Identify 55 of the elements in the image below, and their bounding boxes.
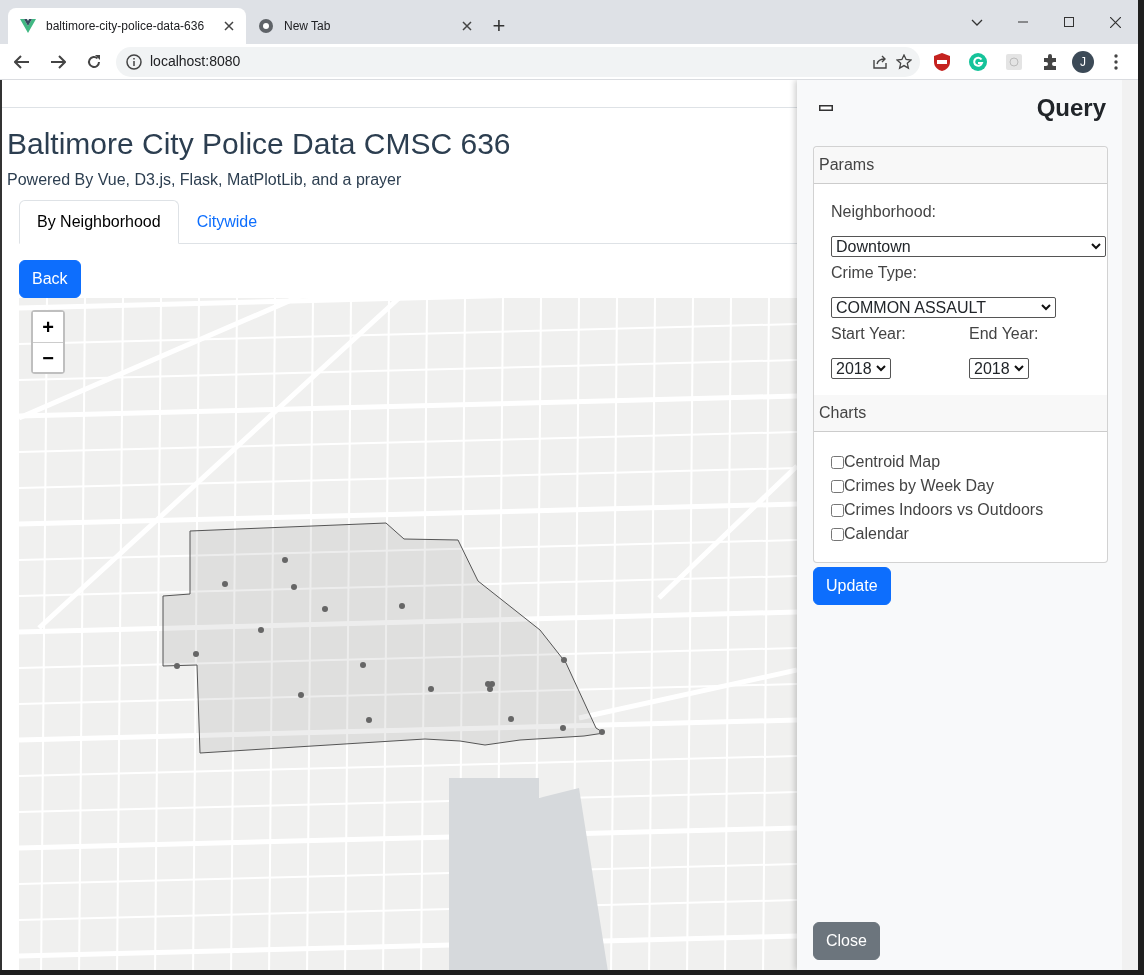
page-subtitle: Powered By Vue, D3.js, Flask, MatPlotLib, and a prayer	[7, 170, 403, 190]
zoom-out-button[interactable]: −	[33, 342, 63, 372]
checkbox-label[interactable]: Crimes by Week Day	[844, 474, 994, 498]
chevron-down-icon	[876, 365, 886, 372]
close-icon[interactable]	[1109, 16, 1121, 28]
checkbox-label[interactable]: Calendar	[844, 522, 909, 546]
profile-avatar[interactable]: J	[1072, 50, 1094, 73]
url-text: localhost:8080	[150, 52, 242, 71]
tab-title: New Tab	[284, 18, 332, 35]
chevron-down-icon	[1091, 243, 1101, 250]
back-button[interactable]: Back	[19, 260, 81, 298]
back-arrow-icon[interactable]	[14, 54, 30, 69]
card-header: Charts	[814, 395, 1107, 432]
browser-tab[interactable]: New Tab	[246, 8, 484, 44]
card-header: Params	[814, 147, 1107, 184]
minus-icon[interactable]	[819, 105, 833, 111]
field-label: Neighborhood:	[831, 202, 937, 222]
v-logo-icon	[20, 19, 36, 33]
select-field[interactable]: COMMON ASSAULT	[831, 297, 1056, 318]
close-icon[interactable]	[462, 21, 472, 31]
select-field[interactable]: 2018	[969, 358, 1029, 379]
checkbox[interactable]	[831, 503, 844, 517]
close-icon[interactable]	[224, 21, 234, 31]
checkbox-label[interactable]: Crimes Indoors vs Outdoors	[844, 498, 1044, 522]
reload-icon[interactable]	[86, 53, 102, 70]
field-label: Start Year:	[831, 324, 907, 344]
select-field[interactable]: 2018	[831, 358, 891, 379]
select-field[interactable]: Downtown	[831, 236, 1106, 257]
puzzle-icon[interactable]	[1042, 53, 1058, 70]
shield-icon[interactable]	[934, 52, 950, 71]
field-label: End Year:	[969, 324, 1040, 344]
checkbox[interactable]	[831, 527, 844, 541]
chevron-down-icon	[1041, 304, 1051, 311]
share-icon[interactable]	[872, 53, 888, 70]
more-menu-icon[interactable]	[1114, 53, 1118, 70]
field-label: Crime Type:	[831, 263, 918, 283]
chevron-down-icon[interactable]	[971, 18, 983, 26]
update-button[interactable]: Update	[813, 567, 891, 605]
chevron-down-icon	[1014, 365, 1024, 372]
panel-title: Query	[1036, 93, 1106, 123]
maximize-icon[interactable]	[1064, 17, 1074, 27]
page-tab[interactable]: By Neighborhood	[19, 200, 179, 244]
close-button[interactable]: Close	[813, 922, 880, 960]
new-tab-button[interactable]: +	[484, 8, 514, 44]
address-bar[interactable]: localhost:8080	[116, 46, 920, 77]
page-tab[interactable]: Citywide	[178, 200, 276, 244]
tab-title: baltimore-city-police-data-636	[46, 18, 206, 35]
checkbox-label[interactable]: Centroid Map	[844, 450, 941, 474]
page-title: Baltimore City Police Data CMSC 636	[7, 126, 512, 162]
info-icon	[126, 53, 142, 70]
checkbox[interactable]	[831, 479, 844, 493]
browser-tab[interactable]: baltimore-city-police-data-636	[8, 8, 246, 44]
star-icon[interactable]	[896, 53, 912, 70]
checkbox[interactable]	[831, 455, 844, 469]
forward-arrow-icon[interactable]	[50, 54, 66, 69]
